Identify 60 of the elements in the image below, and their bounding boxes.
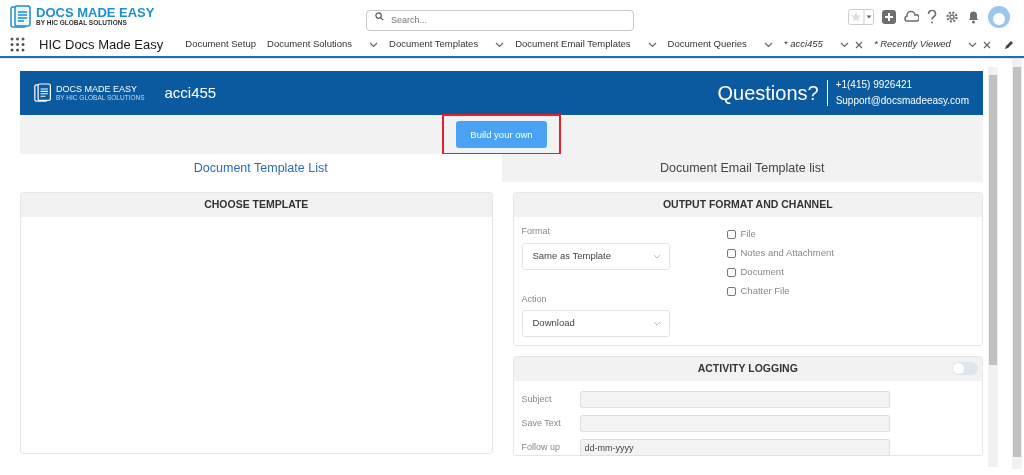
app-name: HIC Docs Made Easy <box>39 35 164 54</box>
panel-title: CHOOSE TEMPLATE <box>204 197 309 213</box>
toggle-switch[interactable] <box>952 362 978 375</box>
checkbox[interactable] <box>726 248 736 258</box>
checkbox-label: Notes and Attachment <box>740 247 834 259</box>
input-field[interactable]: dd-mm-yyyy <box>579 439 890 456</box>
app-launcher-icon[interactable] <box>10 37 25 52</box>
search-field[interactable]: Search... <box>366 9 634 31</box>
support-email: Support@docsmadeeasy.com <box>835 94 969 108</box>
action-label: Action <box>521 292 548 306</box>
plus-icon[interactable] <box>882 9 896 24</box>
close-icon[interactable] <box>854 40 863 49</box>
panel-title: ACTIVITY LOGGING <box>697 361 798 377</box>
cloud-icon[interactable] <box>904 10 919 23</box>
edit-icon[interactable] <box>1004 39 1014 50</box>
checkbox[interactable] <box>726 286 736 296</box>
nav-tab[interactable]: Document Setup <box>185 37 257 52</box>
logo-title: DOCS MADE EASY <box>56 84 139 94</box>
tab[interactable]: Document Email Template list <box>501 154 983 182</box>
close-icon[interactable] <box>982 40 991 49</box>
field-label: Follow up <box>521 440 562 454</box>
panel-title: OUTPUT FORMAT AND CHANNEL <box>662 197 833 213</box>
checkbox[interactable] <box>726 229 736 239</box>
nav-tab[interactable]: Document Templates <box>389 37 479 52</box>
input-field[interactable] <box>579 391 890 408</box>
dropdown-icon[interactable] <box>763 41 773 48</box>
format-label: Format <box>521 225 551 238</box>
dropdown-icon[interactable] <box>967 41 977 48</box>
checkbox-label: File <box>740 228 756 240</box>
favorite-star-button[interactable] <box>848 8 874 25</box>
logo-title: DOCS MADE EASY <box>36 6 155 19</box>
nav-tab[interactable]: Document Email Templates <box>515 37 631 52</box>
dropdown-icon[interactable] <box>839 41 849 48</box>
phone-number: +1(415) 9926421 <box>835 78 914 92</box>
field-label: Subject <box>521 392 553 406</box>
help-icon[interactable] <box>927 9 937 24</box>
checkbox-label: Document <box>740 266 784 278</box>
input-field[interactable] <box>579 415 890 432</box>
nav-tab[interactable]: * Recently Viewed <box>873 37 951 52</box>
checkbox[interactable] <box>726 267 736 277</box>
action-select[interactable]: Download <box>521 310 670 337</box>
field-label: Save Text <box>521 416 562 430</box>
scrollbar[interactable] <box>988 67 998 467</box>
dropdown-icon[interactable] <box>495 41 505 48</box>
format-select[interactable]: Same as Template <box>521 242 670 270</box>
scrollbar[interactable] <box>1012 59 1022 469</box>
questions-heading: Questions? <box>717 80 828 106</box>
dropdown-icon[interactable] <box>369 41 379 48</box>
chevron-icon <box>652 253 661 259</box>
record-name: acci455 <box>164 82 217 103</box>
nav-tab[interactable]: Document Queries <box>667 37 747 52</box>
chevron-icon <box>652 321 661 326</box>
logo-icon <box>10 4 32 29</box>
nav-tab[interactable]: Document Solutions <box>267 37 353 52</box>
nav-tab[interactable]: * acci455 <box>783 37 823 52</box>
dropdown-icon[interactable] <box>647 41 657 48</box>
settings-icon[interactable] <box>945 9 959 24</box>
logo-icon <box>34 83 52 103</box>
checkbox-label: Chatter File <box>740 285 790 297</box>
bell-icon[interactable] <box>967 9 980 24</box>
